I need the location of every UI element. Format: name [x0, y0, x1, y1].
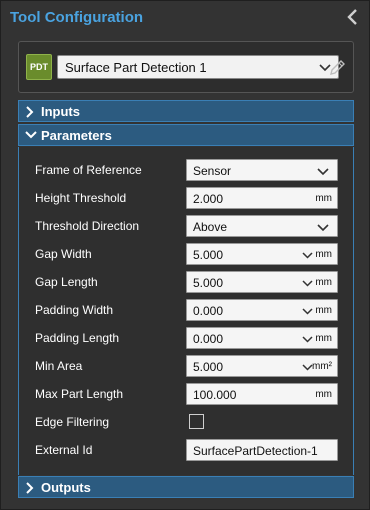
section-inputs-label: Inputs — [41, 104, 80, 119]
param-external-id: External Id SurfacePartDetection-1 — [19, 436, 353, 464]
param-label: Min Area — [35, 359, 83, 373]
pencil-icon — [330, 60, 345, 75]
field-value: Sensor — [193, 164, 232, 178]
param-padding-length: Padding Length 0.000 mm — [19, 324, 353, 352]
panel-title: Tool Configuration — [10, 9, 144, 26]
collapse-panel-button[interactable] — [345, 7, 361, 27]
field-unit: mm — [315, 193, 332, 204]
field-unit: mm — [315, 305, 332, 316]
chevron-down-icon — [25, 131, 37, 139]
chevron-down-icon[interactable] — [302, 334, 313, 344]
field-unit: mm — [315, 389, 332, 400]
param-threshold-direction: Threshold Direction Above — [19, 212, 353, 240]
param-label: External Id — [35, 443, 93, 457]
chevron-down-icon[interactable] — [302, 250, 313, 260]
padding-width-input[interactable]: 0.000 mm — [186, 299, 338, 321]
param-gap-width: Gap Width 5.000 mm — [19, 240, 353, 268]
param-padding-width: Padding Width 0.000 mm — [19, 296, 353, 324]
tool-name: Surface Part Detection 1 — [65, 60, 207, 75]
chevron-right-icon — [26, 482, 34, 494]
field-unit: mm — [315, 333, 332, 344]
param-label: Padding Length — [35, 331, 120, 345]
gap-length-input[interactable]: 5.000 mm — [186, 271, 338, 293]
param-label: Max Part Length — [35, 387, 124, 401]
field-value: 0.000 — [193, 332, 224, 346]
gap-width-input[interactable]: 5.000 mm — [186, 243, 338, 265]
tool-type-badge: PDT — [26, 54, 52, 80]
field-value: Above — [193, 220, 228, 234]
height-threshold-input[interactable]: 2.000 mm — [186, 187, 338, 209]
param-frame-of-reference: Frame of Reference Sensor — [19, 156, 353, 184]
param-height-threshold: Height Threshold 2.000 mm — [19, 184, 353, 212]
param-label: Frame of Reference — [35, 163, 142, 177]
field-unit: mm — [315, 249, 332, 260]
min-area-input[interactable]: 5.000 mm² — [186, 355, 338, 377]
section-parameters-label: Parameters — [41, 128, 112, 143]
panel-header: Tool Configuration — [1, 1, 369, 35]
field-value: 0.000 — [193, 304, 224, 318]
parameters-list: Frame of Reference Sensor Height Thresho… — [18, 147, 354, 475]
field-value: SurfacePartDetection-1 — [193, 444, 318, 458]
param-label: Gap Length — [35, 275, 98, 289]
param-label: Padding Width — [35, 303, 114, 317]
tool-select-dropdown[interactable]: Surface Part Detection 1 — [57, 55, 339, 79]
max-part-length-input[interactable]: 100.000 mm — [186, 383, 338, 405]
tool-configuration-panel: Tool Configuration PDT Surface Part Dete… — [0, 0, 370, 510]
chevron-down-icon — [317, 168, 329, 176]
section-parameters[interactable]: Parameters — [18, 124, 354, 146]
param-gap-length: Gap Length 5.000 mm — [19, 268, 353, 296]
section-outputs[interactable]: Outputs — [18, 476, 354, 498]
param-edge-filtering: Edge Filtering — [19, 408, 353, 436]
param-label: Gap Width — [35, 247, 92, 261]
field-value: 5.000 — [193, 276, 224, 290]
chevron-down-icon[interactable] — [302, 278, 313, 288]
param-max-part-length: Max Part Length 100.000 mm — [19, 380, 353, 408]
padding-length-input[interactable]: 0.000 mm — [186, 327, 338, 349]
param-label: Threshold Direction — [35, 219, 140, 233]
field-unit: mm — [315, 277, 332, 288]
chevron-down-icon — [317, 224, 329, 232]
edge-filtering-checkbox[interactable] — [189, 414, 204, 429]
section-inputs[interactable]: Inputs — [18, 100, 354, 122]
section-outputs-label: Outputs — [41, 480, 91, 495]
param-label: Edge Filtering — [35, 415, 110, 429]
chevron-down-icon[interactable] — [302, 306, 313, 316]
field-value: 2.000 — [193, 192, 224, 206]
edit-tool-name-button[interactable] — [328, 57, 346, 77]
field-value: 5.000 — [193, 360, 224, 374]
param-min-area: Min Area 5.000 mm² — [19, 352, 353, 380]
field-value: 5.000 — [193, 248, 224, 262]
param-label: Height Threshold — [35, 191, 127, 205]
field-unit: mm² — [312, 361, 332, 372]
threshold-direction-select[interactable]: Above — [186, 215, 338, 237]
frame-of-reference-select[interactable]: Sensor — [186, 159, 338, 181]
tool-selector-box: PDT Surface Part Detection 1 — [18, 41, 354, 93]
field-value: 100.000 — [193, 388, 237, 402]
chevron-left-icon — [347, 9, 357, 25]
external-id-input[interactable]: SurfacePartDetection-1 — [186, 439, 338, 461]
chevron-right-icon — [26, 106, 34, 118]
